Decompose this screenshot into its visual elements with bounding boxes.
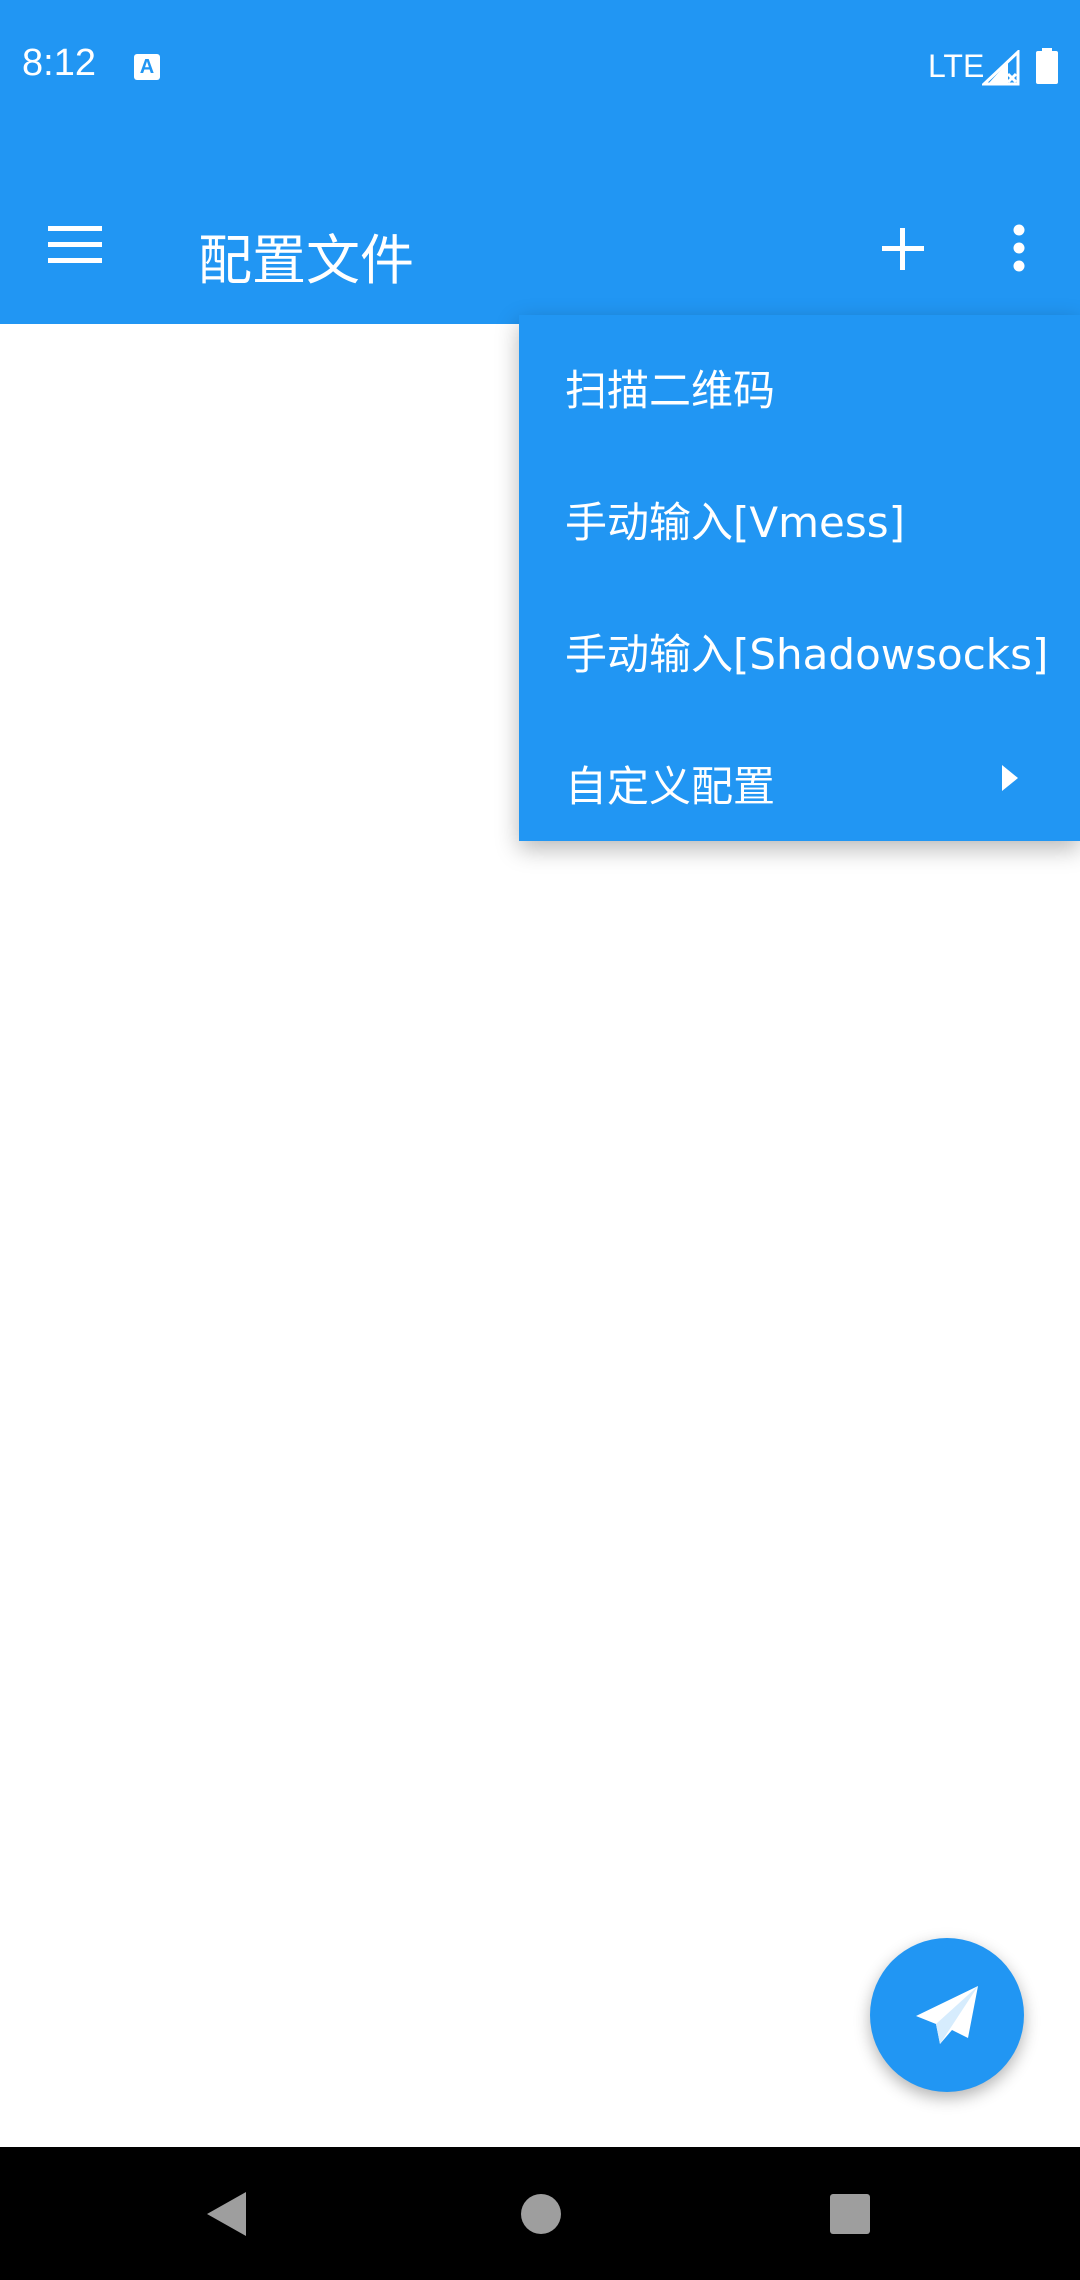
battery-icon <box>1036 48 1058 84</box>
menu-item-label: 手动输入[Vmess] <box>565 498 906 547</box>
add-icon[interactable] <box>876 222 930 276</box>
menu-item-manual-shadowsocks[interactable]: 手动输入[Shadowsocks] <box>519 579 1080 709</box>
recents-icon[interactable] <box>829 2193 871 2235</box>
home-icon[interactable] <box>520 2193 562 2235</box>
submenu-arrow-icon <box>1002 765 1018 791</box>
page-title: 配置文件 <box>198 229 414 292</box>
back-icon[interactable] <box>204 2189 248 2239</box>
connect-fab-button[interactable] <box>870 1938 1024 2092</box>
menu-item-label: 自定义配置 <box>565 762 776 811</box>
menu-item-custom-config[interactable]: 自定义配置 <box>519 711 1080 841</box>
screen: 8:12 A LTE 配置文件 扫描二维码 手动输入[Vmess] 手动输入[S… <box>0 0 1080 2280</box>
menu-item-label: 扫描二维码 <box>565 366 776 415</box>
more-vert-icon[interactable] <box>1004 222 1034 276</box>
menu-item-manual-vmess[interactable]: 手动输入[Vmess] <box>519 447 1080 577</box>
menu-item-scan-qr[interactable]: 扫描二维码 <box>519 315 1080 445</box>
signal-icon <box>982 50 1020 86</box>
status-time: 8:12 <box>22 42 96 84</box>
add-config-dropdown-menu: 扫描二维码 手动输入[Vmess] 手动输入[Shadowsocks] 自定义配… <box>519 315 1080 841</box>
app-header: 8:12 A LTE 配置文件 <box>0 0 1080 324</box>
network-type: LTE <box>928 48 985 84</box>
system-nav-bar <box>0 2147 1080 2280</box>
send-icon <box>916 1986 978 2044</box>
menu-icon[interactable] <box>48 222 104 268</box>
text-a-icon: A <box>134 54 160 80</box>
menu-item-label: 手动输入[Shadowsocks] <box>565 630 1049 679</box>
